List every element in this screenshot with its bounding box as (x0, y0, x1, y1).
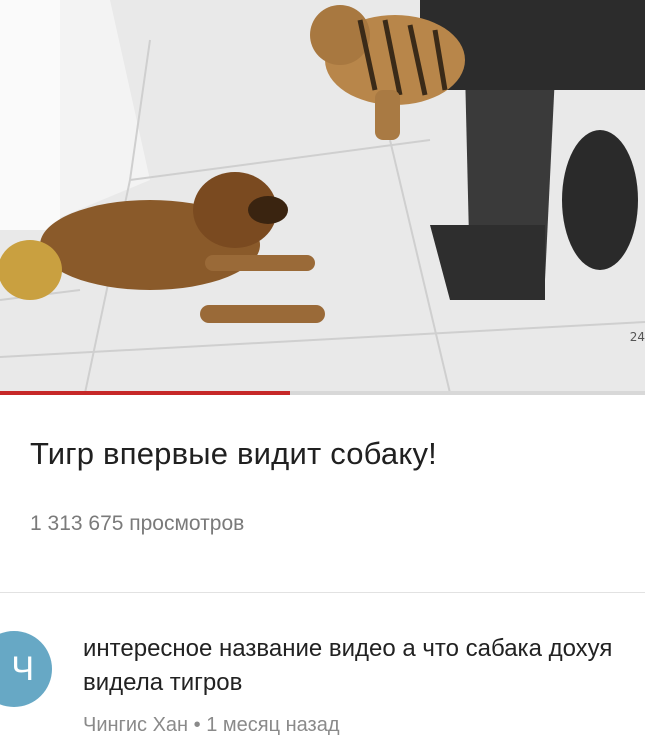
meta-separator: • (193, 714, 201, 736)
video-progress-fill (0, 391, 291, 395)
section-divider (0, 592, 645, 593)
comment-text: интересное название видео а что сабака д… (83, 635, 613, 696)
comment-author[interactable]: Чингис Хан (83, 714, 188, 736)
view-count: 1 313 675 просмотров (30, 512, 245, 535)
video-frame (0, 0, 645, 393)
video-player[interactable]: 24 (0, 0, 645, 393)
commenter-avatar[interactable]: Ч (0, 631, 52, 707)
comment-meta: Чингис Хан • 1 месяц назад (83, 714, 340, 737)
video-title: Тигр впервые видит собаку! (30, 436, 437, 471)
video-progress-bar[interactable] (0, 391, 645, 395)
channel-logo: 24 (629, 330, 645, 344)
comment-time: 1 месяц назад (206, 714, 340, 736)
